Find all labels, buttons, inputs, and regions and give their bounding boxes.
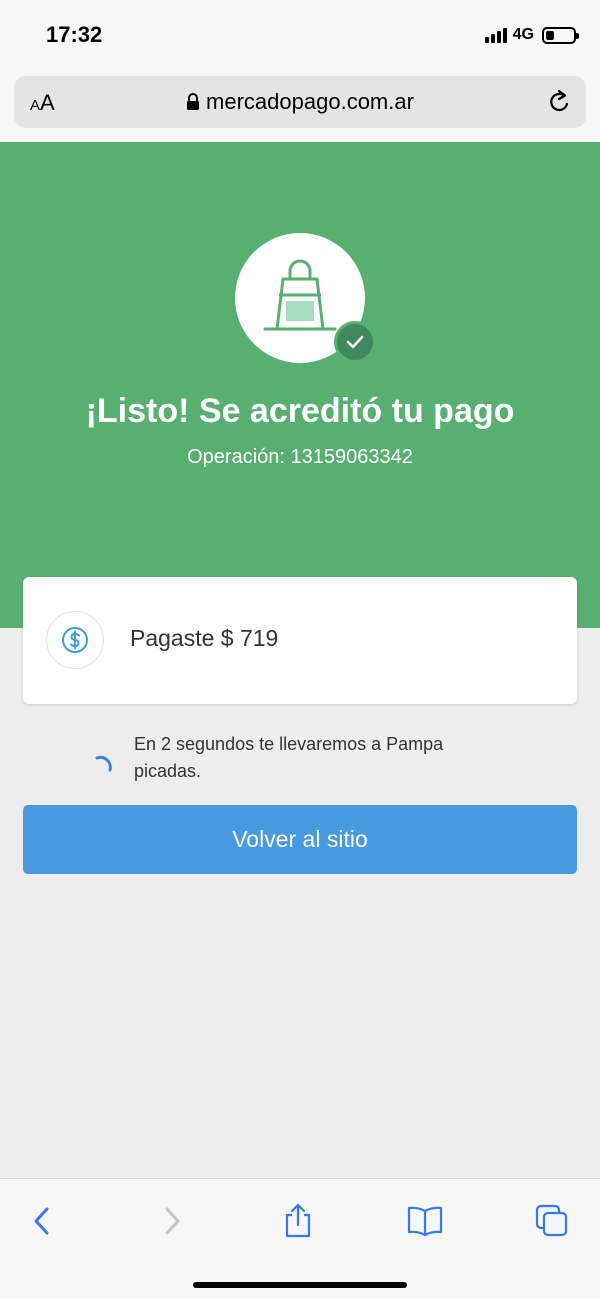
back-icon[interactable] [20, 1199, 64, 1243]
address-bar[interactable]: AA mercadopago.com.ar [14, 76, 586, 128]
signal-icon [484, 27, 507, 43]
url-text: mercadopago.com.ar [206, 89, 414, 114]
browser-toolbar [0, 1178, 600, 1299]
loading-spinner-icon [92, 754, 114, 781]
payment-summary-card: Pagaste $ 719 [23, 577, 577, 704]
dollar-coin-icon [46, 611, 104, 669]
status-indicators: 4G [484, 24, 579, 46]
success-header: ¡Listo! Se acreditó tu pago Operación: 1… [0, 142, 600, 628]
bookmarks-icon[interactable] [403, 1199, 447, 1243]
forward-icon[interactable] [150, 1199, 194, 1243]
battery-icon [542, 26, 579, 44]
operation-number: Operación: 13159063342 [187, 446, 413, 468]
status-bar: 17:32 4G [0, 0, 600, 70]
network-type: 4G [512, 26, 534, 43]
payment-amount: Pagaste $ 719 [130, 625, 279, 651]
reload-icon[interactable] [548, 89, 572, 120]
share-icon[interactable] [276, 1199, 320, 1243]
battery-level [546, 30, 554, 40]
check-icon [334, 321, 376, 363]
back-to-site-button[interactable]: Volver al sitio [23, 805, 577, 874]
status-time: 17:32 [46, 22, 103, 47]
redirect-message: En 2 segundos te llevaremos a Pampa pica… [134, 734, 444, 781]
page-title: ¡Listo! Se acreditó tu pago [85, 392, 515, 430]
home-indicator [193, 1282, 407, 1288]
tabs-icon[interactable] [530, 1199, 574, 1243]
browser-address-area: AA mercadopago.com.ar [0, 70, 600, 142]
lock-icon [186, 91, 200, 117]
url-display[interactable]: mercadopago.com.ar [14, 89, 586, 117]
